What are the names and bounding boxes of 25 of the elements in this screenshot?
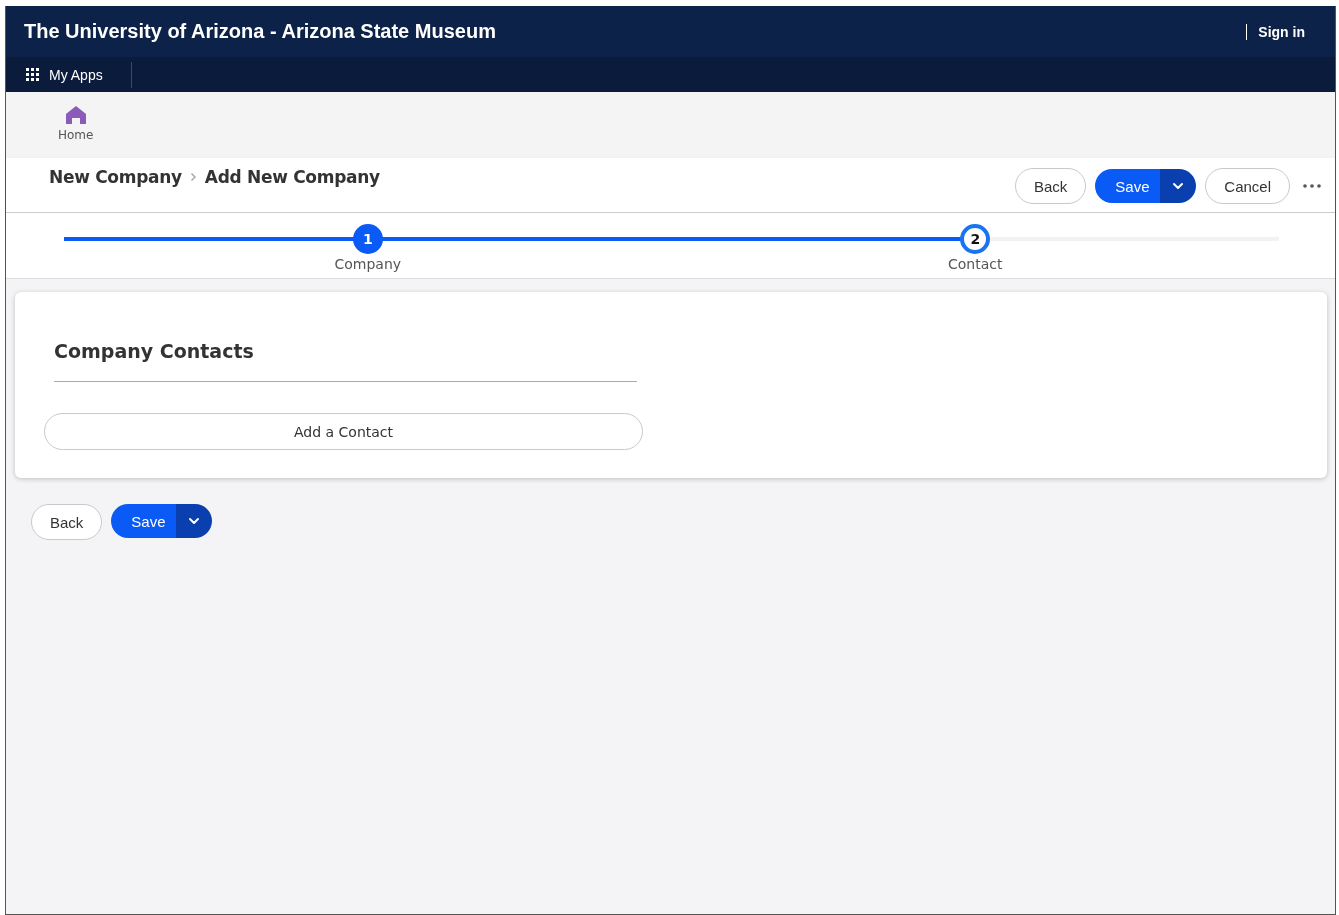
- more-icon[interactable]: [1303, 184, 1321, 188]
- home-nav-button[interactable]: Home: [52, 92, 100, 143]
- sign-in-link[interactable]: Sign in: [1246, 23, 1305, 40]
- step-marker[interactable]: 2: [960, 224, 991, 254]
- section-heading: Company Contacts: [54, 340, 637, 382]
- site-title: The University of Arizona - Arizona State Museum: [24, 20, 496, 43]
- back-button[interactable]: Back: [1014, 168, 1087, 204]
- chevron-icon: [189, 172, 197, 182]
- step-label: Company: [334, 256, 402, 272]
- breadcrumb-item: Add New Company: [204, 167, 380, 187]
- caret-icon: [1172, 182, 1185, 190]
- save-options-button[interactable]: [1160, 169, 1197, 203]
- app-grid-icon: [26, 67, 40, 82]
- back-button[interactable]: Back: [31, 504, 103, 540]
- cancel-button[interactable]: Cancel: [1205, 168, 1290, 204]
- save-button[interactable]: Save: [1095, 169, 1161, 203]
- home-icon: [64, 105, 87, 125]
- save-options-button[interactable]: [176, 504, 213, 538]
- breadcrumb-item[interactable]: New Company: [49, 167, 182, 187]
- caret-icon: [188, 517, 201, 525]
- step-marker[interactable]: 1: [352, 224, 383, 254]
- save-button[interactable]: Save: [111, 504, 177, 538]
- add-contact-button[interactable]: Add a Contact: [44, 413, 643, 450]
- my-apps-button[interactable]: My Apps: [6, 61, 132, 88]
- step-label: Contact: [948, 256, 1003, 272]
